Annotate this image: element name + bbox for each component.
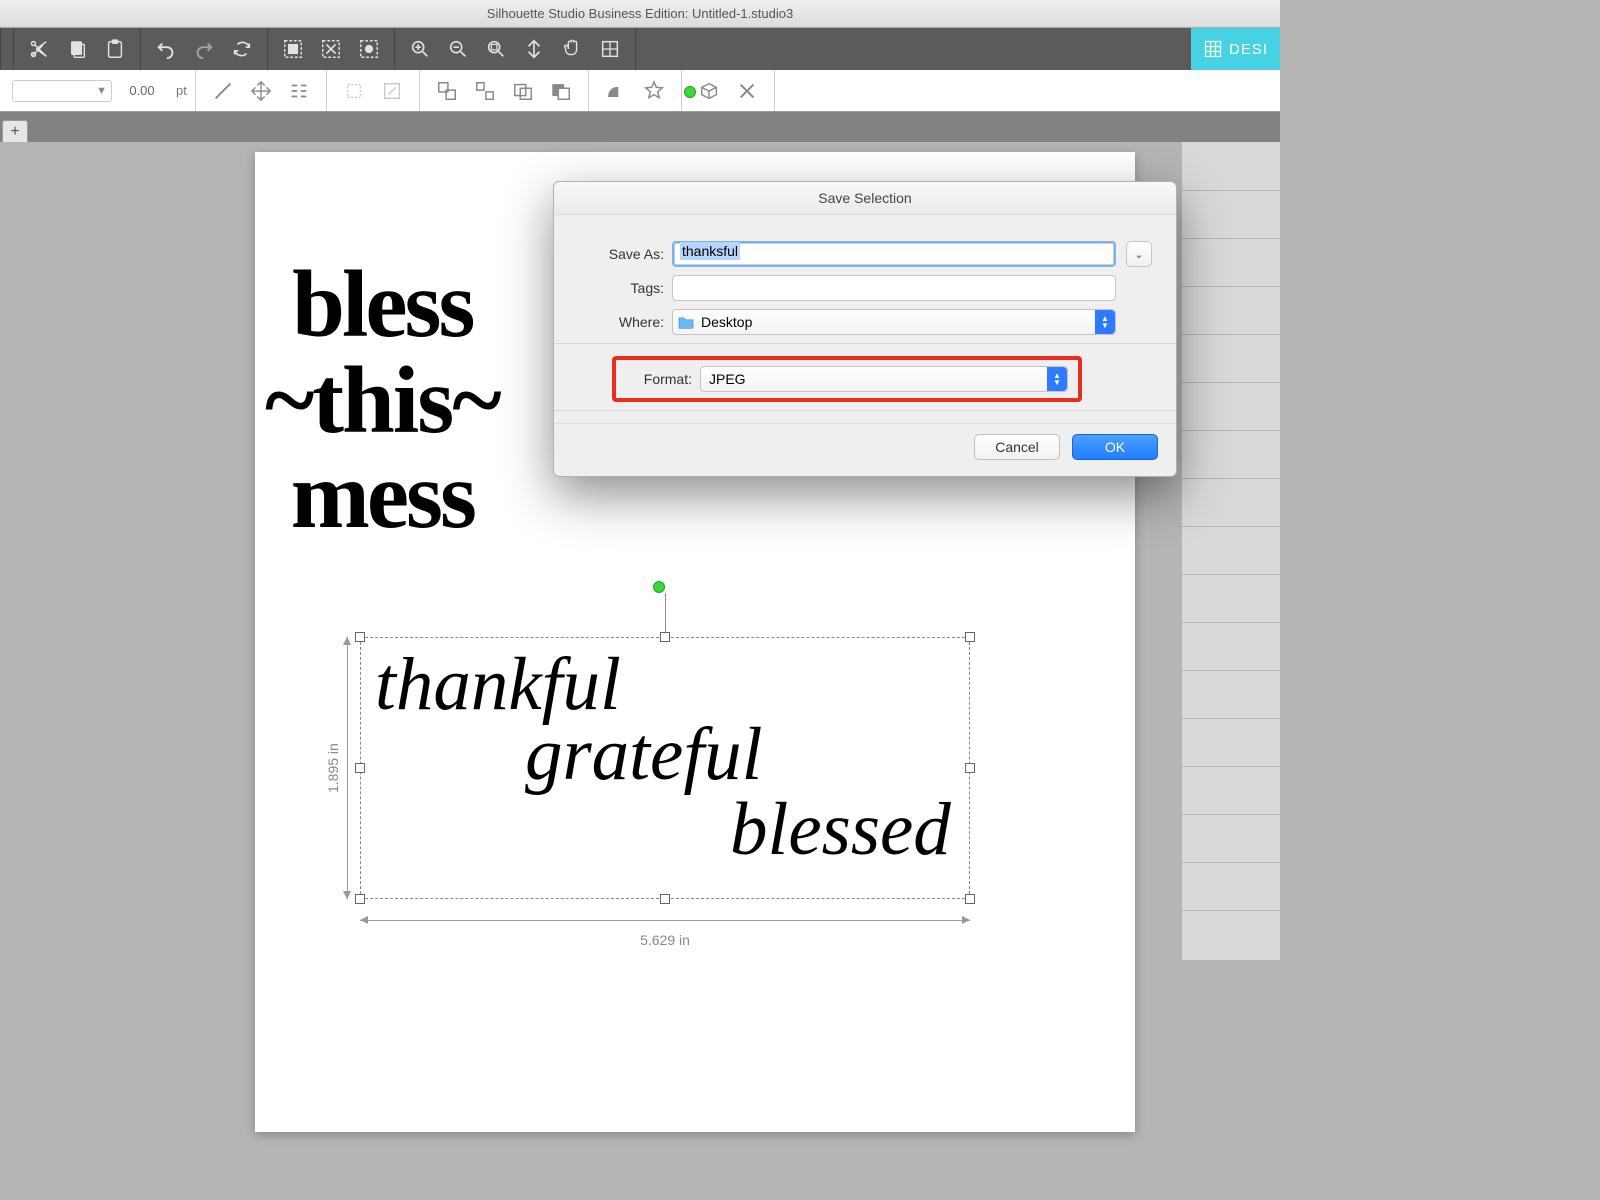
- select-color-icon[interactable]: [352, 32, 386, 66]
- shape-icon[interactable]: [600, 75, 632, 107]
- zoom-out-icon[interactable]: [441, 32, 475, 66]
- design-tab[interactable]: DESI: [1191, 28, 1280, 70]
- move-tool-icon[interactable]: [245, 75, 277, 107]
- align-tool-icon[interactable]: [283, 75, 315, 107]
- main-toolbar: DESI: [0, 28, 1280, 70]
- right-panel-gutter: [1182, 142, 1280, 960]
- rotation-line: [665, 593, 666, 637]
- dimension-height: 1.895 in: [325, 637, 341, 899]
- where-label: Where:: [578, 314, 664, 330]
- secondary-toolbar: ▼ pt: [0, 70, 1280, 112]
- handle-ne[interactable]: [965, 632, 975, 642]
- tags-label: Tags:: [578, 280, 664, 296]
- format-highlight: Format: JPEG ▲▼: [612, 356, 1082, 402]
- handle-nw[interactable]: [355, 632, 365, 642]
- redo-icon[interactable]: [187, 32, 221, 66]
- pan-icon[interactable]: [555, 32, 589, 66]
- ok-button[interactable]: OK: [1072, 434, 1158, 460]
- crop-icon[interactable]: [338, 75, 370, 107]
- handle-e[interactable]: [965, 763, 975, 773]
- handle-sw[interactable]: [355, 894, 365, 904]
- ungroup-icon[interactable]: [469, 75, 501, 107]
- 3d-icon[interactable]: [693, 75, 725, 107]
- design-tab-label: DESI: [1229, 41, 1268, 58]
- handle-s[interactable]: [660, 894, 670, 904]
- select-all-icon[interactable]: [276, 32, 310, 66]
- unit-label: pt: [176, 83, 187, 98]
- rotation-handle[interactable]: [684, 86, 696, 98]
- fit-page-icon[interactable]: [517, 32, 551, 66]
- dialog-title: Save Selection: [554, 182, 1176, 215]
- document-tab-bar: +: [0, 112, 1280, 142]
- paste-icon[interactable]: [98, 32, 132, 66]
- line-weight-input[interactable]: [112, 80, 172, 102]
- zoom-selection-icon[interactable]: [479, 32, 513, 66]
- star-icon[interactable]: [638, 75, 670, 107]
- expand-button[interactable]: ⌄: [1126, 241, 1152, 267]
- subtract-icon[interactable]: [545, 75, 577, 107]
- resize-icon[interactable]: [376, 75, 408, 107]
- undo-icon[interactable]: [149, 32, 183, 66]
- dim-arrow-horizontal: [360, 920, 970, 921]
- rotation-handle[interactable]: [653, 581, 665, 593]
- format-dropdown[interactable]: JPEG ▲▼: [700, 366, 1068, 392]
- saveas-input[interactable]: thanksful: [672, 241, 1116, 267]
- dimension-width: 5.629 in: [360, 932, 970, 948]
- delete-icon[interactable]: [731, 75, 763, 107]
- deselect-icon[interactable]: [314, 32, 348, 66]
- script-blessed: blessed: [730, 787, 951, 873]
- recycle-icon[interactable]: [225, 32, 259, 66]
- copy-icon[interactable]: [60, 32, 94, 66]
- window-title: Silhouette Studio Business Edition: Unti…: [0, 0, 1280, 28]
- merge-icon[interactable]: [507, 75, 539, 107]
- line-tool-icon[interactable]: [207, 75, 239, 107]
- where-value: Desktop: [701, 314, 752, 330]
- format-label: Format:: [626, 371, 692, 387]
- group-icon[interactable]: [431, 75, 463, 107]
- cancel-button[interactable]: Cancel: [974, 434, 1060, 460]
- zoom-drag-icon[interactable]: [593, 32, 627, 66]
- cut-icon[interactable]: [22, 32, 56, 66]
- zoom-in-icon[interactable]: [403, 32, 437, 66]
- stepper-icon: ▲▼: [1047, 367, 1067, 391]
- dim-arrow-vertical: [347, 637, 348, 899]
- add-tab-button[interactable]: +: [2, 120, 28, 142]
- format-value: JPEG: [709, 371, 746, 387]
- stepper-icon: ▲▼: [1095, 310, 1115, 334]
- where-dropdown[interactable]: Desktop ▲▼: [672, 309, 1116, 335]
- handle-w[interactable]: [355, 763, 365, 773]
- script-grateful: grateful: [525, 712, 763, 798]
- artwork-bless-this-mess: bless ~this~ mess: [265, 262, 500, 539]
- tags-input[interactable]: [672, 275, 1116, 301]
- handle-se[interactable]: [965, 894, 975, 904]
- save-dialog: Save Selection Save As: thanksful ⌄ Tags…: [553, 181, 1177, 477]
- handle-n[interactable]: [660, 632, 670, 642]
- line-style-dropdown[interactable]: ▼: [12, 80, 112, 102]
- saveas-label: Save As:: [578, 246, 664, 262]
